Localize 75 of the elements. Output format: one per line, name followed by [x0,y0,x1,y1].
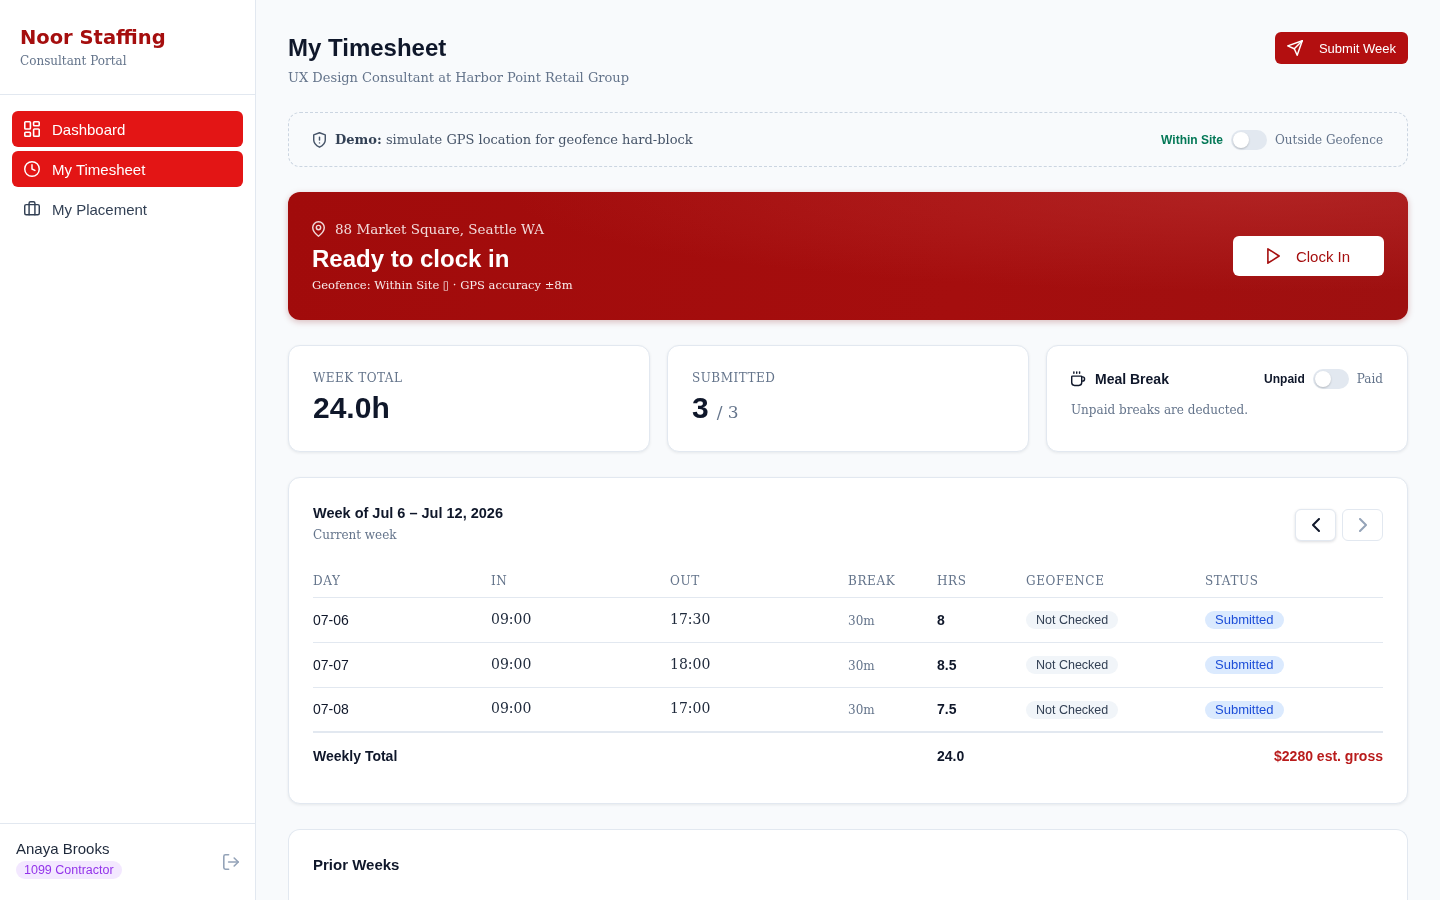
location-text: 88 Market Square, Seattle WA [335,220,545,239]
table-cell: 8 [937,611,945,628]
week-title: Week of Jul 6 – Jul 12, 2026 [313,504,503,523]
previous-week-button[interactable] [1295,509,1336,541]
weekly-total-label: Weekly Total [313,747,398,764]
table-cell: 30m [848,613,875,628]
stat-value: 24.0h [313,390,390,426]
geofence-detail: Geofence: Within Site ▯ · GPS accuracy ±8m [312,277,573,293]
sidebar-item[interactable]: My Placement [12,191,243,227]
column-header: STATUS [1205,573,1259,588]
toggle-option-label: Paid [1356,372,1383,386]
stat-label: SUBMITTED [692,370,777,387]
geofence-badge: Not Checked [1026,611,1119,629]
stat-total: / 3 [716,402,739,422]
demo-description: Demo: simulate GPS location for geofence hard-block [335,132,693,147]
coffee-cup-icon [1071,371,1086,387]
toggle-option-label: Unpaid [1264,372,1305,386]
shield-icon [313,131,326,148]
column-header: DAY [313,573,341,588]
toggle-option-label: Within Site [1161,132,1223,147]
page-title: My Timesheet [288,33,448,63]
stat-value: 3 [692,390,709,426]
play-icon [1266,248,1280,264]
table-cell: 17:30 [670,610,711,627]
table-cell: 8.5 [937,656,957,673]
table-cell: 09:00 [491,610,532,627]
status-badge: Submitted [1205,611,1284,629]
column-header: HRS [937,573,967,588]
submit-week-button[interactable]: Submit Week [1274,32,1408,64]
column-header: IN [491,573,508,588]
brand-tagline: Consultant Portal [20,53,128,70]
table-cell: 07-07 [313,656,349,673]
sidebar-item[interactable]: Dashboard [12,111,243,147]
clock-icon [24,161,40,177]
section-title: Prior Weeks [313,855,401,875]
meal-break-note: Unpaid breaks are deducted. [1071,402,1250,419]
column-header: GEOFENCE [1026,573,1105,588]
chevron-right-icon [1358,518,1367,532]
card-title: Meal Break [1095,371,1169,387]
user-name: Anaya Brooks [16,839,111,859]
status-badge: Submitted [1205,700,1284,719]
estimated-gross: $2280 est. gross [1274,747,1383,764]
status-badge: Submitted [1205,656,1284,674]
chevron-left-icon [1311,518,1320,532]
toggle-option-label: Outside Geofence [1275,132,1383,147]
geofence-badge: Not Checked [1026,700,1119,719]
user-role-badge: 1099 Contractor [16,861,122,879]
toggle-switch[interactable] [1312,369,1349,389]
table-cell: 18:00 [670,655,711,672]
grid-icon [24,121,40,137]
clock-in-button[interactable]: Clock In [1233,236,1384,276]
table-cell: 30m [848,658,875,673]
table-cell: 17:00 [670,700,711,717]
table-cell: 09:00 [491,700,532,717]
logout-button[interactable] [223,854,239,870]
page-subtitle: UX Design Consultant at Harbor Point Retail Group [288,69,630,87]
table-cell: 07-08 [313,701,349,718]
table-cell: 30m [848,703,875,718]
geofence-badge: Not Checked [1026,656,1119,674]
clock-status-title: Ready to clock in [312,244,511,274]
map-pin-icon [312,221,325,237]
stat-label: WEEK TOTAL [313,370,404,387]
toggle-switch[interactable] [1231,129,1267,150]
sidebar-item[interactable]: My Timesheet [12,151,243,187]
week-subtitle: Current week [313,527,398,544]
weekly-total-hours: 24.0 [937,747,965,764]
column-header: BREAK [848,573,896,588]
briefcase-icon [24,201,40,217]
table-cell: 09:00 [491,655,532,672]
brand-name: Noor Staffing [20,25,167,51]
table-cell: 07-06 [313,611,349,628]
logout-icon [223,854,239,870]
column-header: OUT [670,573,700,588]
table-cell: 7.5 [937,701,957,718]
send-icon [1286,40,1303,56]
